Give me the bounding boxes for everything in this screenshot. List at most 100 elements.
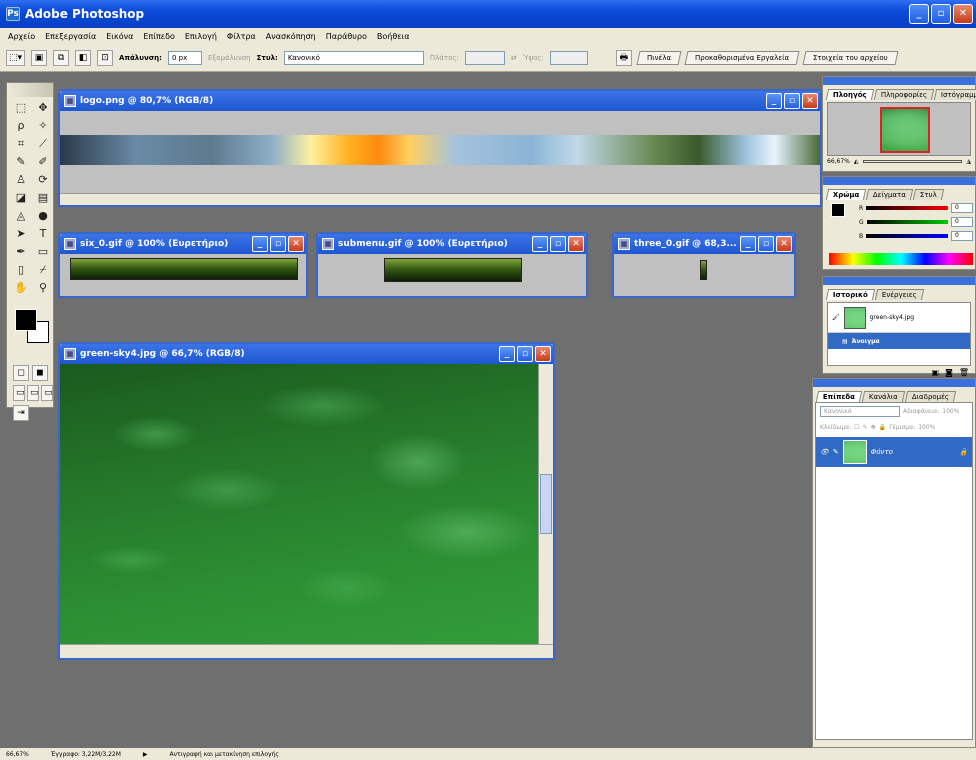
doc-maximize-button[interactable]: ▫ bbox=[758, 236, 774, 252]
tab-actions[interactable]: Ενέργειες bbox=[874, 289, 924, 300]
tab-color[interactable]: Χρώμα bbox=[825, 189, 867, 200]
navigator-view-box[interactable] bbox=[880, 107, 930, 153]
horizontal-scrollbar[interactable] bbox=[60, 644, 553, 658]
status-doc-size[interactable]: Έγγραφο: 3,22M/3,22M bbox=[51, 751, 121, 758]
menu-help[interactable]: Βοήθεια bbox=[377, 32, 410, 41]
doc-minimize-button[interactable]: _ bbox=[532, 236, 548, 252]
menu-view[interactable]: Ανασκόπηση bbox=[266, 32, 316, 41]
tab-channels[interactable]: Κανάλια bbox=[861, 391, 906, 402]
panel-grip[interactable] bbox=[823, 277, 975, 285]
navigator-zoom-value[interactable]: 66,67% bbox=[827, 158, 850, 165]
magic-wand-tool-icon[interactable]: ✧ bbox=[33, 118, 53, 134]
tab-histogram[interactable]: Ιστόγραμμα bbox=[933, 89, 976, 100]
intersect-selection-icon[interactable]: ⊡ bbox=[97, 49, 114, 66]
tab-info[interactable]: Πληροφορίες bbox=[873, 89, 935, 100]
scrollbar-thumb[interactable] bbox=[540, 474, 552, 534]
status-zoom[interactable]: 66,67% bbox=[6, 751, 29, 758]
standard-mode-icon[interactable]: ◻ bbox=[13, 365, 29, 381]
zoom-out-icon[interactable]: ◭ bbox=[854, 158, 859, 165]
quick-mask-icon[interactable]: ◼ bbox=[32, 365, 48, 381]
eye-icon[interactable]: 👁 bbox=[820, 448, 829, 456]
brush-link-icon[interactable]: ✎ bbox=[833, 448, 839, 456]
menu-layer[interactable]: Επίπεδο bbox=[143, 32, 175, 41]
tab-tool-presets[interactable]: Προκαθορισμένα Εργαλεία bbox=[684, 50, 800, 65]
pen-tool-icon[interactable]: ✒ bbox=[11, 244, 31, 260]
menu-image[interactable]: Εικόνα bbox=[106, 32, 133, 41]
document-window-six[interactable]: ▦ six_0.gif @ 100% (Ευρετήριο) _ ▫ ✕ bbox=[58, 232, 308, 298]
menu-select[interactable]: Επιλογή bbox=[185, 32, 217, 41]
blend-mode-select[interactable]: Κανονικό bbox=[820, 405, 900, 417]
imageready-jump-icon[interactable]: ⇥ bbox=[13, 405, 29, 421]
slice-tool-icon[interactable]: ⟋ bbox=[33, 136, 53, 152]
opacity-value[interactable]: 100% bbox=[942, 408, 959, 415]
lock-paint-icon[interactable]: ✎ bbox=[863, 424, 868, 431]
doc-minimize-button[interactable]: _ bbox=[740, 236, 756, 252]
menu-window[interactable]: Παράθυρο bbox=[326, 32, 367, 41]
tab-styles[interactable]: Στυλ bbox=[913, 189, 945, 200]
tab-layers[interactable]: Επίπεδα bbox=[815, 391, 863, 402]
lock-position-icon[interactable]: ✥ bbox=[871, 424, 876, 431]
healing-brush-tool-icon[interactable]: ✎ bbox=[11, 154, 31, 170]
zoom-in-icon[interactable]: ◮ bbox=[966, 158, 971, 165]
lasso-tool-icon[interactable]: ρ bbox=[11, 118, 31, 134]
marquee-tool-preset-button[interactable]: ⬚▾ bbox=[6, 49, 26, 66]
tab-history[interactable]: Ιστορικό bbox=[825, 289, 876, 300]
antialias-checkbox[interactable]: Εξομάλυνση bbox=[208, 54, 251, 62]
layer-row-background[interactable]: 👁 ✎ Φόντο 🔒 bbox=[816, 437, 972, 467]
menu-edit[interactable]: Επεξεργασία bbox=[45, 32, 96, 41]
history-snapshot[interactable]: 🖌 green-sky4.jpg bbox=[828, 303, 970, 333]
add-selection-icon[interactable]: ⧉ bbox=[53, 49, 70, 66]
notes-tool-icon[interactable]: ▯ bbox=[11, 262, 31, 278]
printer-icon[interactable]: 🖶 bbox=[615, 49, 632, 66]
new-selection-icon[interactable]: ▣ bbox=[31, 49, 48, 66]
marquee-tool-icon[interactable]: ⬚ bbox=[11, 100, 31, 116]
channel-b-slider[interactable] bbox=[866, 234, 948, 238]
doc-minimize-button[interactable]: _ bbox=[766, 93, 782, 109]
doc-maximize-button[interactable]: ▫ bbox=[550, 236, 566, 252]
style-select[interactable]: Κανονικό bbox=[283, 50, 424, 65]
eyedropper-tool-icon[interactable]: ⌿ bbox=[33, 262, 53, 278]
trash-icon[interactable]: 🗑 bbox=[959, 368, 969, 377]
hand-tool-icon[interactable]: ✋ bbox=[11, 280, 31, 296]
doc-minimize-button[interactable]: _ bbox=[499, 346, 515, 362]
path-selection-tool-icon[interactable]: ➤ bbox=[11, 226, 31, 242]
color-fg-swatch[interactable] bbox=[831, 203, 845, 217]
history-state-open[interactable]: ▤ Άνοιγμα bbox=[828, 333, 970, 349]
new-document-from-state-icon[interactable]: ▣ bbox=[932, 368, 940, 377]
clone-stamp-tool-icon[interactable]: ♙ bbox=[11, 172, 31, 188]
menu-filter[interactable]: Φίλτρα bbox=[227, 32, 256, 41]
tab-file-info[interactable]: Στοιχεία του αρχείου bbox=[802, 50, 899, 65]
zoom-slider[interactable] bbox=[862, 160, 963, 163]
channel-b-input[interactable]: 0 bbox=[951, 231, 973, 241]
fill-value[interactable]: 100% bbox=[918, 424, 935, 431]
dodge-tool-icon[interactable]: ● bbox=[33, 208, 53, 224]
navigator-preview[interactable] bbox=[827, 102, 971, 156]
document-window-submenu[interactable]: ▦ submenu.gif @ 100% (Ευρετήριο) _ ▫ ✕ bbox=[316, 232, 588, 298]
brush-source-icon[interactable]: 🖌 bbox=[832, 314, 840, 321]
tab-navigator[interactable]: Πλοηγός bbox=[825, 89, 874, 100]
vertical-scrollbar[interactable] bbox=[538, 364, 553, 644]
doc-close-button[interactable]: ✕ bbox=[776, 236, 792, 252]
brush-tool-icon[interactable]: ✐ bbox=[33, 154, 53, 170]
document-window-sky[interactable]: ▦ green-sky4.jpg @ 66,7% (RGB/8) _ ▫ ✕ bbox=[58, 342, 555, 660]
lock-all-icon[interactable]: 🔒 bbox=[879, 424, 886, 431]
eraser-tool-icon[interactable]: ◪ bbox=[11, 190, 31, 206]
new-snapshot-icon[interactable]: ◙ bbox=[945, 368, 953, 377]
screen-mode-menu-icon[interactable]: ▭ bbox=[27, 385, 39, 401]
channel-g-input[interactable]: 0 bbox=[951, 217, 973, 227]
foreground-color-swatch[interactable] bbox=[15, 309, 37, 331]
channel-g-slider[interactable] bbox=[866, 220, 948, 224]
width-input[interactable] bbox=[464, 50, 505, 65]
move-tool-icon[interactable]: ✥ bbox=[33, 100, 53, 116]
panel-grip[interactable] bbox=[823, 177, 975, 185]
color-spectrum-bar[interactable] bbox=[829, 253, 973, 265]
doc-close-button[interactable]: ✕ bbox=[535, 346, 551, 362]
doc-maximize-button[interactable]: ▫ bbox=[784, 93, 800, 109]
document-titlebar[interactable]: ▦ green-sky4.jpg @ 66,7% (RGB/8) bbox=[60, 344, 553, 364]
shape-tool-icon[interactable]: ▭ bbox=[33, 244, 53, 260]
document-titlebar[interactable]: ▦ logo.png @ 80,7% (RGB/8) bbox=[60, 91, 820, 111]
history-brush-tool-icon[interactable]: ⟳ bbox=[33, 172, 53, 188]
channel-r-input[interactable]: 0 bbox=[951, 203, 973, 213]
screen-mode-full-icon[interactable]: ▭ bbox=[41, 385, 53, 401]
document-window-three[interactable]: ▦ three_0.gif @ 68,3... _ ▫ ✕ bbox=[612, 232, 796, 298]
